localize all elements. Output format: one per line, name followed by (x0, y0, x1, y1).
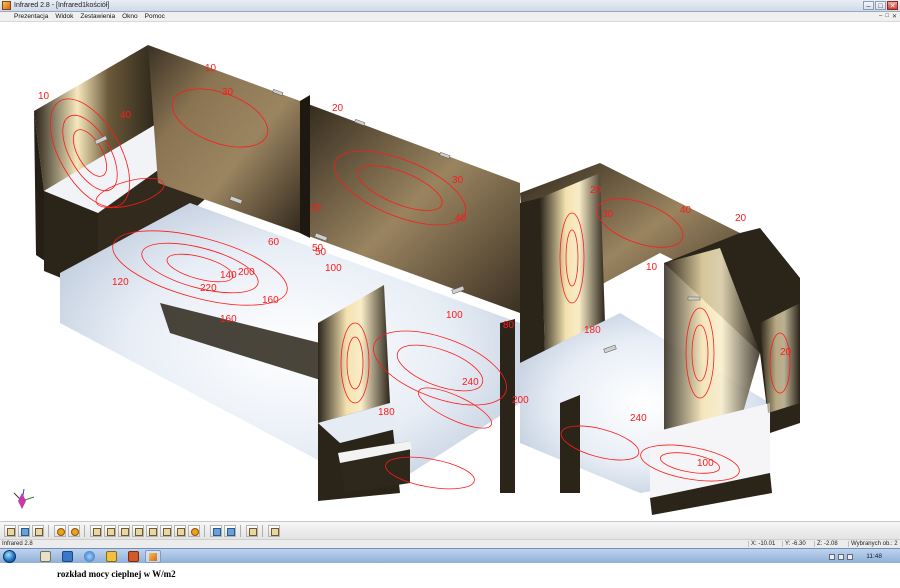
open-icon[interactable] (54, 524, 66, 537)
contour-label: 100 (325, 263, 342, 274)
mail-icon[interactable] (62, 551, 73, 562)
view-iso-icon[interactable] (174, 524, 186, 537)
window-title: Infrared 2.8 - [Infrared1kościół] (14, 2, 110, 9)
contour-label: 80 (503, 320, 515, 331)
windows-icon[interactable] (246, 524, 258, 537)
doc-minimize-button[interactable]: – (879, 13, 882, 20)
contour-label: 180 (378, 407, 395, 418)
status-x-coordinate: X: -10.01 (748, 541, 775, 547)
status-selected-count: Wybranych ob.: 2 (848, 541, 898, 547)
contour-label: 30 (222, 87, 234, 98)
figure-caption: rozkład mocy cieplnej w W/m2 (57, 569, 176, 579)
window-controls: – □ ✕ (863, 1, 898, 10)
system-tray: 11:48 (829, 549, 900, 564)
contour-label: 40 (455, 213, 467, 224)
3d-viewport[interactable]: 10 40 30 20 30 20 50 40 60 100 140 160 2… (0, 23, 900, 521)
save-icon[interactable] (18, 524, 30, 537)
menu-prezentacja[interactable]: Prezentacja (0, 13, 52, 20)
contour-label: 160 (262, 295, 279, 306)
flag-icon[interactable] (847, 553, 854, 560)
contour-label: 30 (452, 175, 464, 186)
taskbar-infrared-button[interactable] (145, 550, 161, 563)
status-app-name: Infrared 2.8 (2, 541, 33, 547)
view-front-icon[interactable] (90, 524, 102, 537)
app-shortcut-icon[interactable] (128, 551, 139, 562)
contour-label: 10 (205, 63, 217, 74)
maximize-button[interactable]: □ (875, 1, 886, 10)
folder-icon[interactable] (106, 551, 117, 562)
contour-label: 40 (680, 205, 692, 216)
infrared-icon (149, 553, 157, 561)
contour-label: 180 (584, 325, 601, 336)
start-button[interactable] (3, 550, 16, 563)
volume-icon[interactable] (838, 553, 845, 560)
contour-label: 120 (112, 277, 129, 288)
doc-restore-button[interactable]: □ (885, 13, 889, 20)
export-icon[interactable] (268, 524, 280, 537)
view-back-icon[interactable] (104, 524, 116, 537)
menu-pomoc[interactable]: Pomoc (142, 13, 169, 20)
minimize-button[interactable]: – (863, 1, 874, 10)
print-icon[interactable] (32, 524, 44, 537)
browser-icon[interactable] (84, 551, 95, 562)
menu-widok[interactable]: Widok (52, 13, 77, 20)
contour-label: 220 (200, 283, 217, 294)
contour-label: 100 (697, 458, 714, 469)
heat-distribution-model: 10 40 30 20 30 20 50 40 60 100 140 160 2… (13, 45, 800, 515)
contour-label: 20 (332, 103, 344, 114)
close-button[interactable]: ✕ (887, 1, 898, 10)
menu-bar: Prezentacja Widok Zestawienia Okno Pomoc… (0, 12, 900, 22)
view-top-icon[interactable] (146, 524, 158, 537)
contour-label: 30 (602, 209, 614, 220)
doc-close-button[interactable]: ✕ (892, 13, 897, 20)
menu-okno[interactable]: Okno (119, 13, 142, 20)
contour-label: 240 (462, 377, 479, 388)
axis-gizmo-icon[interactable] (13, 488, 35, 509)
contour-label: 20 (310, 203, 322, 214)
contour-label: 200 (238, 267, 255, 278)
application-window: Infrared 2.8 - [Infrared1kościół] – □ ✕ … (0, 0, 900, 588)
status-bar: Infrared 2.8 X: -10.01 Y: -6.30 Z: -2.08… (0, 539, 900, 548)
refresh-icon[interactable] (210, 524, 222, 537)
render-icon[interactable] (188, 524, 200, 537)
contour-label: 10 (646, 262, 658, 273)
edit-icon[interactable] (4, 524, 16, 537)
app-icon (2, 1, 11, 10)
contour-label: 60 (268, 237, 280, 248)
view-right-icon[interactable] (132, 524, 144, 537)
contour-label: 200 (512, 395, 529, 406)
contour-label: 20 (735, 213, 747, 224)
contour-label: 160 (220, 314, 237, 325)
status-y-coordinate: Y: -6.30 (782, 541, 806, 547)
contour-label: 40 (120, 110, 132, 121)
status-z-coordinate: Z: -2.08 (814, 541, 838, 547)
toolbar (0, 521, 900, 539)
contour-label: 140 (220, 270, 237, 281)
network-icon[interactable] (829, 553, 836, 560)
contour-label: 50 (312, 243, 324, 254)
contour-label: 240 (630, 413, 647, 424)
contour-label: 10 (38, 91, 50, 102)
contour-label: 20 (780, 347, 792, 358)
document-window-controls: – □ ✕ (879, 13, 897, 20)
view-left-icon[interactable] (118, 524, 130, 537)
taskbar: 11:48 (0, 548, 900, 563)
contour-label: 100 (446, 310, 463, 321)
contour-label: 20 (590, 185, 602, 196)
taskbar-clock[interactable]: 11:48 (866, 553, 882, 560)
palette-icon[interactable] (68, 524, 80, 537)
menu-zestawienia[interactable]: Zestawienia (77, 13, 119, 20)
rotate-icon[interactable] (224, 524, 236, 537)
view-bottom-icon[interactable] (160, 524, 172, 537)
title-bar: Infrared 2.8 - [Infrared1kościół] – □ ✕ (0, 0, 900, 12)
explorer-icon[interactable] (40, 551, 51, 562)
